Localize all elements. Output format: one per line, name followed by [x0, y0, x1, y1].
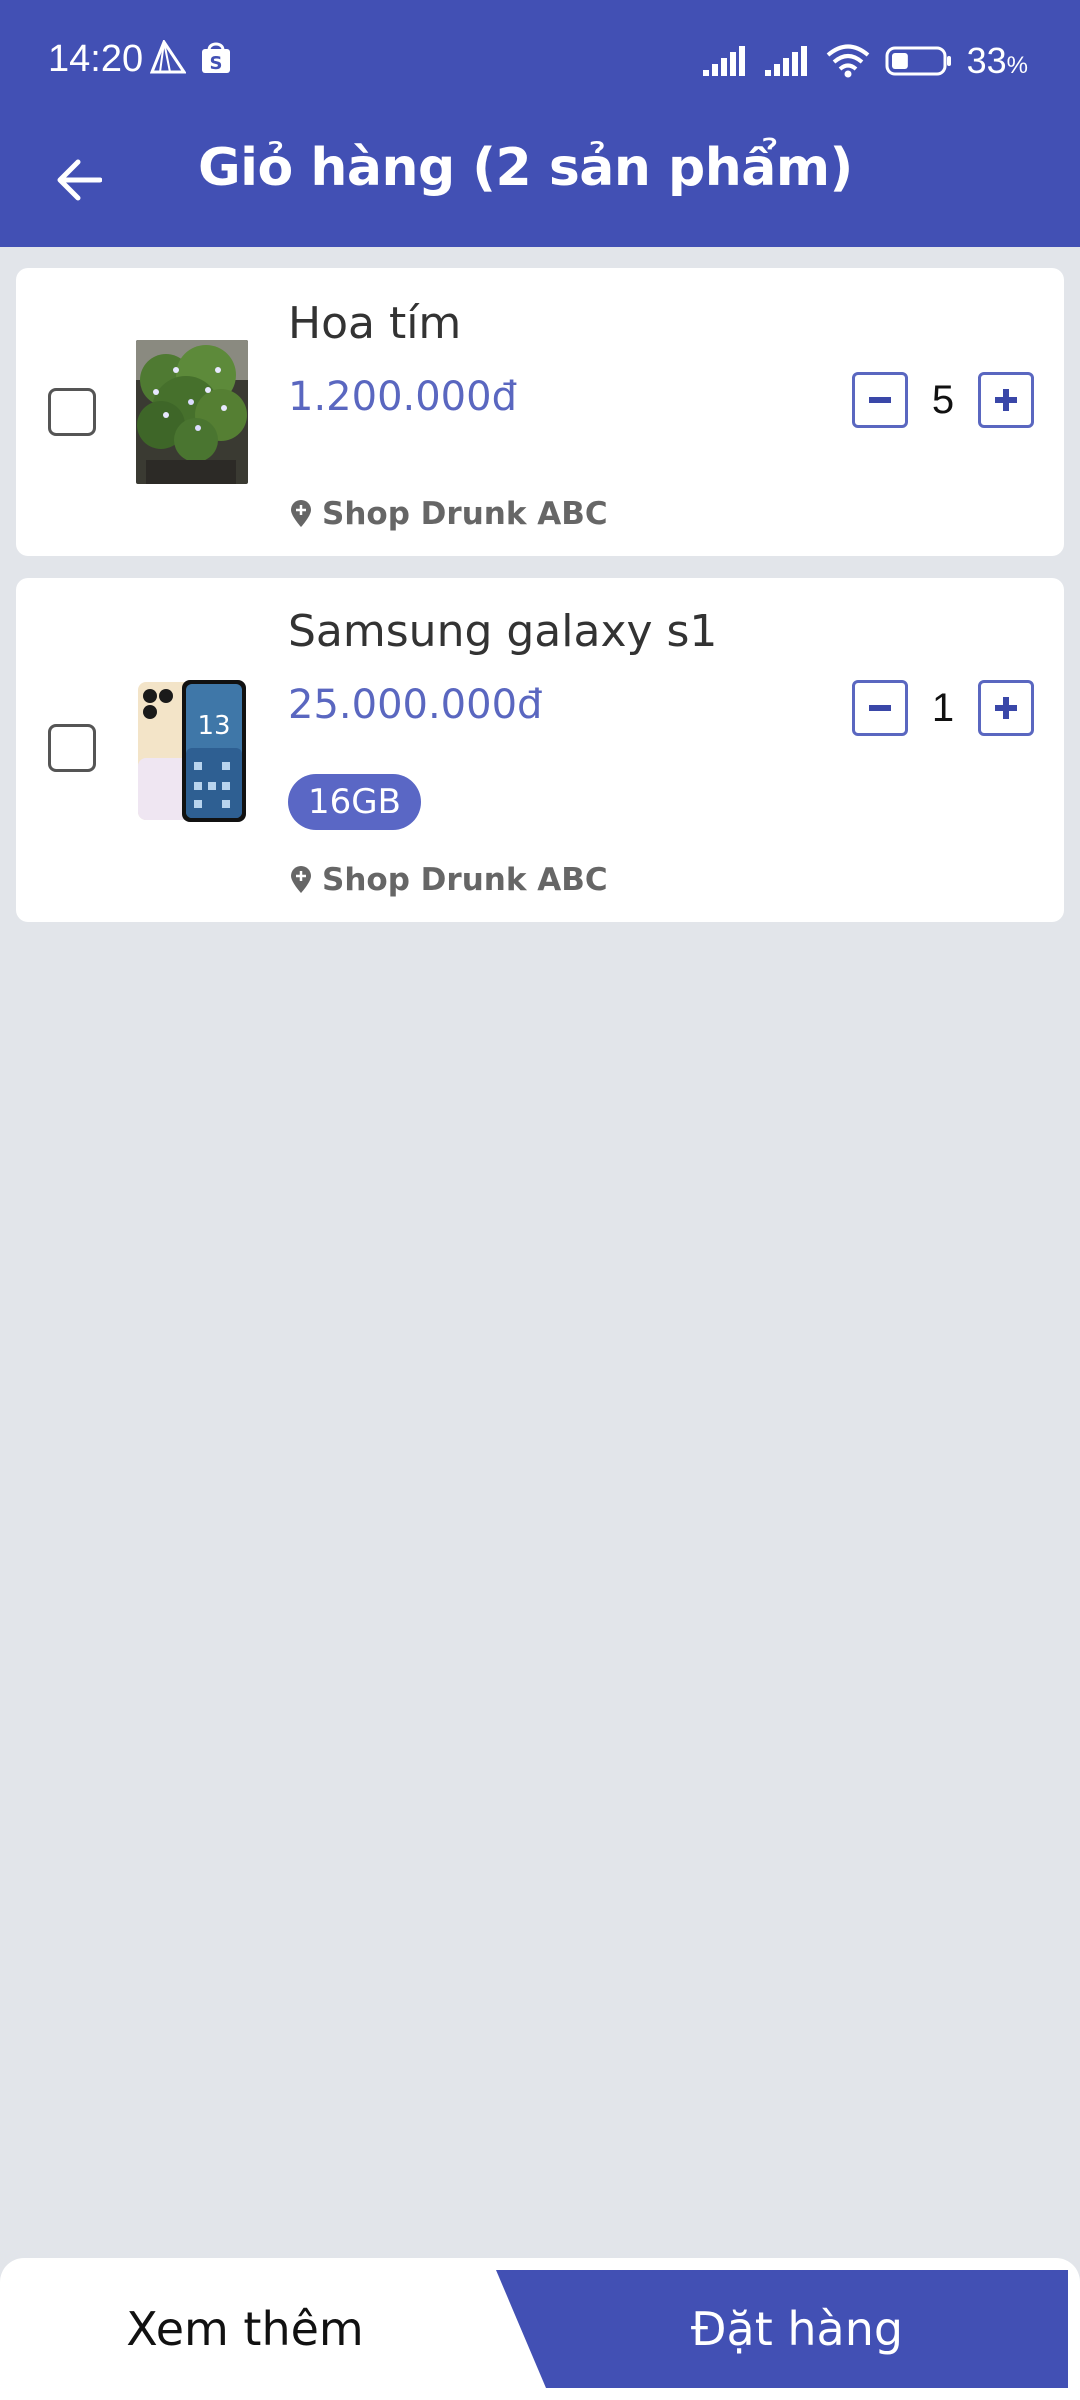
wifi-icon: [826, 44, 869, 78]
location-pin-icon: [291, 500, 311, 527]
decrease-button[interactable]: [852, 372, 908, 428]
flower-plant-image: [136, 340, 248, 484]
product-name: Hoa tím: [288, 298, 462, 349]
quantity-value: 5: [931, 377, 955, 422]
arrow-left-icon: [57, 159, 102, 201]
quantity-stepper: 5: [852, 372, 1034, 428]
phone-clock-text: 13: [197, 711, 230, 741]
shop-name: Shop Drunk ABC: [322, 862, 608, 898]
view-more-button[interactable]: Xem thêm: [0, 2258, 490, 2400]
minus-icon: [869, 397, 891, 403]
item-checkbox[interactable]: [48, 388, 96, 436]
item-checkbox[interactable]: [48, 724, 96, 772]
increase-button[interactable]: [978, 372, 1034, 428]
signal-icon: [702, 46, 745, 76]
place-order-button[interactable]: Đặt hàng: [496, 2270, 1068, 2388]
status-app-icons: S: [150, 40, 232, 74]
quantity-stepper: 1: [852, 680, 1034, 736]
send-icon: [150, 40, 186, 74]
plus-icon: [995, 389, 1017, 411]
product-name: Samsung galaxy s1: [288, 606, 718, 657]
bottom-action-bar: Xem thêm Đặt hàng: [0, 2258, 1080, 2400]
app-bar: Giỏ hàng (2 sản phẩm): [0, 124, 1080, 247]
status-bar: 14:20 S 33%: [0, 0, 1080, 124]
battery-percent: 33%: [966, 40, 1028, 81]
minus-icon: [869, 705, 891, 711]
signal-icon: [764, 46, 807, 76]
shop-label[interactable]: Shop Drunk ABC: [290, 496, 608, 532]
svg-text:S: S: [210, 53, 223, 74]
phone-image: 13: [136, 678, 248, 824]
shopee-bag-icon: S: [202, 42, 230, 74]
product-thumbnail[interactable]: [136, 340, 248, 484]
status-right: 33%: [701, 40, 1028, 82]
shop-label[interactable]: Shop Drunk ABC: [290, 862, 608, 898]
quantity-value: 1: [931, 685, 955, 730]
page-title: Giỏ hàng (2 sản phẩm): [198, 138, 853, 198]
product-price: 1.200.000đ: [288, 374, 517, 420]
location-pin-icon: [291, 866, 311, 893]
battery-icon: [885, 46, 951, 76]
cart-item: 13 Samsung galaxy s1 25.000.000đ 16GB Sh…: [16, 578, 1064, 922]
cart-item: Hoa tím 1.200.000đ Shop Drunk ABC 5: [16, 268, 1064, 556]
decrease-button[interactable]: [852, 680, 908, 736]
increase-button[interactable]: [978, 680, 1034, 736]
shop-name: Shop Drunk ABC: [322, 496, 608, 532]
product-thumbnail[interactable]: 13: [136, 678, 248, 824]
back-button[interactable]: [40, 142, 116, 218]
status-time: 14:20: [48, 38, 144, 80]
variant-badge: 16GB: [288, 774, 421, 830]
product-price: 25.000.000đ: [288, 682, 543, 728]
plus-icon: [995, 697, 1017, 719]
